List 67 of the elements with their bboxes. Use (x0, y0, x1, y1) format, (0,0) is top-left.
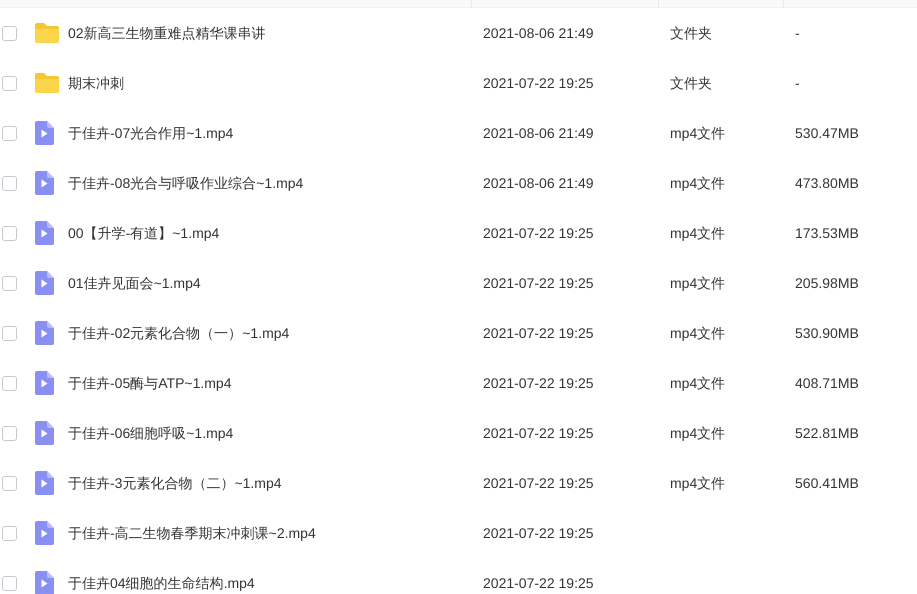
row-checkbox[interactable] (2, 526, 17, 540)
file-type: 文件夹 (670, 24, 712, 40)
row-checkbox[interactable] (2, 326, 17, 340)
file-type: mp4文件 (670, 424, 726, 440)
video-file-icon (34, 521, 54, 545)
file-size: 205.98MB (795, 274, 859, 290)
modified-date: 2021-07-22 19:25 (483, 574, 594, 590)
file-name[interactable]: 00【升学-有道】~1.mp4 (68, 224, 220, 240)
row-checkbox[interactable] (2, 76, 17, 90)
row-checkbox[interactable] (2, 26, 17, 40)
file-name[interactable]: 期末冲刺 (68, 74, 124, 90)
video-file-icon (34, 371, 54, 395)
modified-date: 2021-07-22 19:25 (483, 224, 594, 240)
video-file-icon (34, 121, 54, 145)
modified-date: 2021-08-06 21:49 (483, 124, 594, 140)
row-checkbox[interactable] (2, 176, 17, 190)
row-checkbox[interactable] (2, 126, 17, 140)
modified-date: 2021-07-22 19:25 (483, 374, 594, 390)
file-type: mp4文件 (670, 324, 726, 340)
modified-date: 2021-08-06 21:49 (483, 174, 594, 190)
file-size: 560.41MB (795, 474, 859, 490)
modified-date: 2021-07-22 19:25 (483, 324, 594, 340)
modified-date: 2021-08-06 21:49 (483, 24, 594, 40)
video-file-icon (34, 171, 54, 195)
file-name[interactable]: 于佳卉-3元素化合物（二）~1.mp4 (68, 474, 282, 490)
folder-icon (34, 72, 60, 94)
file-size: 173.53MB (795, 224, 859, 240)
file-size: 408.71MB (795, 374, 859, 390)
file-name[interactable]: 于佳卉-07光合作用~1.mp4 (68, 124, 234, 140)
file-name[interactable]: 于佳卉-05酶与ATP~1.mp4 (68, 374, 232, 390)
file-type: mp4文件 (670, 374, 726, 390)
video-file-icon (34, 221, 54, 245)
file-type: mp4文件 (670, 124, 726, 140)
modified-date: 2021-07-22 19:25 (483, 74, 594, 90)
file-type: mp4文件 (670, 224, 726, 240)
file-size: 473.80MB (795, 174, 859, 190)
file-name[interactable]: 于佳卉-高二生物春季期末冲刺课~2.mp4 (68, 524, 316, 540)
file-type: mp4文件 (670, 474, 726, 490)
file-size: 530.90MB (795, 324, 859, 340)
row-checkbox[interactable] (2, 426, 17, 440)
row-checkbox[interactable] (2, 576, 17, 590)
modified-date: 2021-07-22 19:25 (483, 474, 594, 490)
file-size: - (795, 74, 800, 90)
file-size: - (795, 24, 800, 40)
file-size: 530.47MB (795, 124, 859, 140)
file-name[interactable]: 01佳卉见面会~1.mp4 (68, 274, 201, 290)
file-type: mp4文件 (670, 274, 726, 290)
row-checkbox[interactable] (2, 226, 17, 240)
row-checkbox[interactable] (2, 476, 17, 490)
file-name[interactable]: 于佳卉-02元素化合物（一）~1.mp4 (68, 324, 290, 340)
file-type: mp4文件 (670, 174, 726, 190)
row-checkbox[interactable] (2, 276, 17, 290)
file-name[interactable]: 02新高三生物重难点精华课串讲 (68, 24, 266, 40)
row-checkbox[interactable] (2, 376, 17, 390)
video-file-icon (34, 471, 54, 495)
file-name[interactable]: 于佳卉04细胞的生命结构.mp4 (68, 574, 255, 590)
file-name[interactable]: 于佳卉-06细胞呼吸~1.mp4 (68, 424, 234, 440)
video-file-icon (34, 421, 54, 445)
folder-icon (34, 22, 60, 44)
file-size: 522.81MB (795, 424, 859, 440)
video-file-icon (34, 321, 54, 345)
modified-date: 2021-07-22 19:25 (483, 424, 594, 440)
modified-date: 2021-07-22 19:25 (483, 524, 594, 540)
modified-date: 2021-07-22 19:25 (483, 274, 594, 290)
file-type: 文件夹 (670, 74, 712, 90)
video-file-icon (34, 271, 54, 295)
file-name[interactable]: 于佳卉-08光合与呼吸作业综合~1.mp4 (68, 174, 304, 190)
